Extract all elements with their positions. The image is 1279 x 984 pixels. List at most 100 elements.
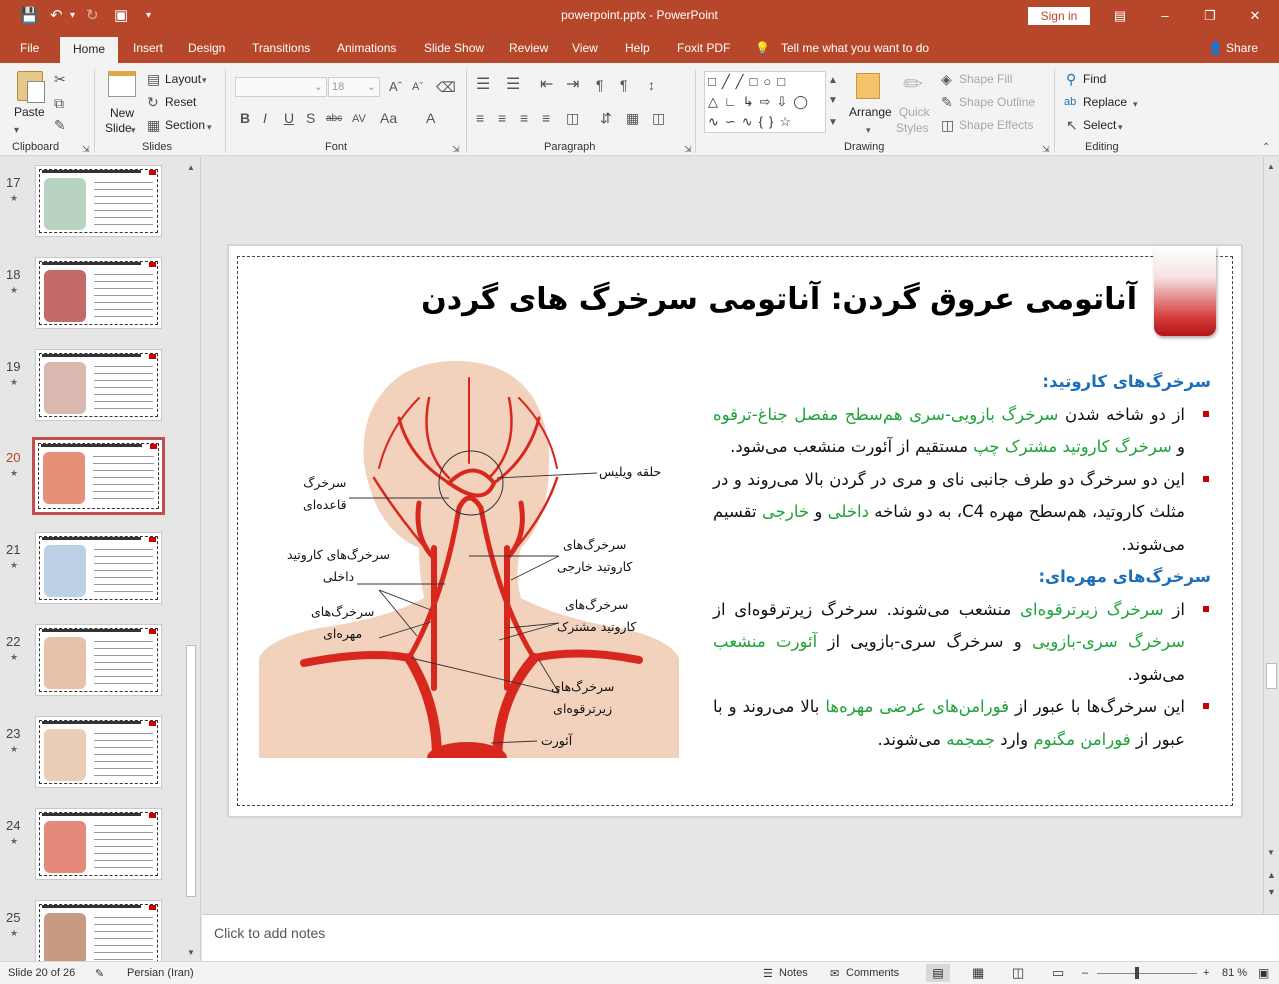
shape-effects-button[interactable]: Shape Effects bbox=[959, 118, 1034, 132]
tell-me-search[interactable]: Tell me what you want to do bbox=[781, 41, 929, 55]
change-case-icon[interactable]: Aa bbox=[380, 110, 397, 126]
text-direction-icon[interactable]: ⇵ bbox=[600, 110, 612, 126]
font-size-combo[interactable]: 18 ⌄ bbox=[328, 77, 380, 97]
slide-title[interactable]: آناتومی عروق گردن: آناتومی سرخرگ های گرد… bbox=[421, 282, 1137, 317]
quick-styles-label-2[interactable]: Styles bbox=[896, 121, 929, 135]
fit-to-window-icon[interactable]: ▣ bbox=[1258, 966, 1269, 980]
notes-placeholder[interactable]: Click to add notes bbox=[214, 925, 325, 941]
minimize-icon[interactable]: – bbox=[1155, 6, 1175, 26]
arrange-button[interactable]: Arrange bbox=[849, 105, 892, 119]
tab-foxit-pdf[interactable]: Foxit PDF bbox=[677, 41, 730, 55]
slide-canvas[interactable]: آناتومی عروق گردن: آناتومی سرخرگ های گرد… bbox=[228, 245, 1242, 817]
text-shadow-icon[interactable]: S bbox=[306, 110, 315, 126]
increase-indent-icon[interactable]: ⇥ bbox=[566, 77, 579, 93]
ribbon-display-options-icon[interactable]: ▤ bbox=[1110, 6, 1130, 26]
font-color-icon[interactable]: A bbox=[426, 110, 435, 126]
section-button[interactable]: Section bbox=[165, 118, 205, 132]
tab-insert[interactable]: Insert bbox=[133, 41, 163, 55]
justify-icon[interactable]: ≡ bbox=[542, 110, 550, 126]
tab-home[interactable]: Home bbox=[60, 37, 118, 63]
editor-vertical-scrollbar[interactable]: ▲ ▼ ▲ ▼ bbox=[1263, 157, 1279, 914]
font-name-combo[interactable]: ⌄ bbox=[235, 77, 327, 97]
tab-animations[interactable]: Animations bbox=[337, 41, 396, 55]
customize-quick-access-icon[interactable]: ▾ bbox=[146, 6, 151, 26]
select-button[interactable]: Select bbox=[1083, 118, 1116, 132]
new-slide-label-1[interactable]: New bbox=[110, 106, 134, 120]
replace-dropdown-icon[interactable]: ▾ bbox=[1133, 96, 1138, 112]
scroll-up-icon[interactable]: ▲ bbox=[1267, 159, 1275, 175]
notes-toggle-button[interactable]: Notes bbox=[779, 967, 808, 979]
bullets-icon[interactable]: ☰ bbox=[476, 77, 490, 93]
numbering-icon[interactable]: ☰ bbox=[506, 77, 520, 93]
format-painter-icon[interactable]: ✎ bbox=[54, 117, 66, 133]
decrease-indent-icon[interactable]: ⇤ bbox=[540, 77, 553, 93]
next-slide-icon[interactable]: ▼ bbox=[1267, 884, 1276, 900]
zoom-level[interactable]: 81 % bbox=[1222, 967, 1247, 979]
editor-scrollbar-thumb[interactable] bbox=[1266, 663, 1277, 689]
save-icon[interactable]: 💾 bbox=[20, 6, 39, 26]
layout-dropdown-icon[interactable]: ▾ bbox=[202, 72, 207, 88]
redo-icon[interactable]: ↻ bbox=[86, 6, 99, 26]
presentation-icon[interactable]: ▣ bbox=[114, 6, 128, 26]
decrease-font-size-icon[interactable]: Aˇ bbox=[412, 79, 423, 95]
new-slide-label-2[interactable]: Slide bbox=[105, 121, 132, 135]
slide-show-view-icon[interactable]: ▭ bbox=[1052, 965, 1064, 981]
replace-button[interactable]: Replace bbox=[1083, 95, 1127, 109]
zoom-in-icon[interactable]: + bbox=[1203, 967, 1209, 979]
tab-file[interactable]: File bbox=[20, 41, 39, 55]
font-name-dropdown-icon[interactable]: ⌄ bbox=[314, 78, 326, 96]
strikethrough-icon[interactable]: abc bbox=[326, 111, 342, 127]
align-left-icon[interactable]: ≡ bbox=[476, 110, 484, 126]
zoom-out-icon[interactable]: – bbox=[1082, 967, 1088, 979]
zoom-slider[interactable] bbox=[1097, 973, 1197, 974]
font-size-dropdown-icon[interactable]: ⌄ bbox=[367, 78, 379, 96]
shapes-scroll-down-icon[interactable]: ▼ bbox=[828, 93, 838, 109]
slide-thumbnail-24[interactable] bbox=[35, 808, 162, 880]
paragraph-launcher-icon[interactable]: ⇲ bbox=[684, 141, 692, 157]
slide-thumbnail-21[interactable] bbox=[35, 532, 162, 604]
neck-arteries-figure[interactable]: حلقه ویلیس سرخرگ قاعده‌ای سرخرگ‌های کارو… bbox=[259, 358, 684, 774]
shape-outline-button[interactable]: Shape Outline bbox=[959, 95, 1035, 109]
slide-thumbnail-23[interactable] bbox=[35, 716, 162, 788]
undo-dropdown-icon[interactable]: ▾ bbox=[70, 6, 75, 26]
paste-dropdown-icon[interactable]: ▾ bbox=[14, 123, 19, 139]
reset-button[interactable]: Reset bbox=[165, 95, 196, 109]
shapes-scroll-up-icon[interactable]: ▲ bbox=[828, 73, 838, 89]
thumbnail-scroll-up-icon[interactable]: ▲ bbox=[187, 160, 195, 176]
comments-toggle-button[interactable]: Comments bbox=[846, 967, 899, 979]
new-slide-icon[interactable] bbox=[108, 71, 136, 97]
tab-review[interactable]: Review bbox=[509, 41, 548, 55]
undo-icon[interactable]: ↶ bbox=[50, 6, 63, 26]
section-dropdown-icon[interactable]: ▾ bbox=[207, 119, 212, 135]
tab-transitions[interactable]: Transitions bbox=[252, 41, 310, 55]
italic-icon[interactable]: I bbox=[263, 110, 267, 126]
quick-styles-icon[interactable]: ✏ bbox=[903, 70, 923, 99]
slide-thumbnail-20[interactable] bbox=[32, 437, 165, 515]
increase-font-size-icon[interactable]: Aˆ bbox=[389, 79, 402, 95]
bold-icon[interactable]: B bbox=[240, 110, 250, 126]
cut-icon[interactable]: ✂ bbox=[54, 71, 66, 87]
shapes-more-icon[interactable]: ▼ bbox=[828, 115, 838, 131]
close-icon[interactable]: ✕ bbox=[1245, 6, 1265, 26]
slide-thumbnail-22[interactable] bbox=[35, 624, 162, 696]
thumbnail-scroll-down-icon[interactable]: ▼ bbox=[187, 945, 195, 961]
zoom-slider-thumb[interactable] bbox=[1135, 967, 1139, 979]
clipboard-launcher-icon[interactable]: ⇲ bbox=[82, 141, 90, 157]
slide-thumbnail-18[interactable] bbox=[35, 257, 162, 329]
layout-button[interactable]: Layout bbox=[165, 72, 201, 86]
character-spacing-icon[interactable]: AV bbox=[352, 111, 366, 127]
slide-thumbnail-17[interactable] bbox=[35, 165, 162, 237]
tab-help[interactable]: Help bbox=[625, 41, 650, 55]
align-right-icon[interactable]: ≡ bbox=[520, 110, 528, 126]
scroll-down-icon[interactable]: ▼ bbox=[1267, 845, 1275, 861]
new-slide-dropdown-icon[interactable]: ▾ bbox=[131, 122, 136, 138]
ltr-icon[interactable]: ¶ bbox=[620, 77, 628, 93]
sign-in-button[interactable]: Sign in bbox=[1028, 7, 1090, 25]
reading-view-icon[interactable]: ◫ bbox=[1012, 965, 1024, 981]
shape-fill-button[interactable]: Shape Fill bbox=[959, 72, 1012, 86]
slide-thumbnail-19[interactable] bbox=[35, 349, 162, 421]
slide-sorter-view-icon[interactable]: ▦ bbox=[972, 965, 984, 981]
line-spacing-icon[interactable]: ↕ bbox=[648, 77, 655, 93]
slide-body-text[interactable]: سرخرگ‌های کاروتید: از دو شاخه شدن سرخرگ … bbox=[713, 366, 1211, 756]
clear-formatting-icon[interactable]: ⌫ bbox=[436, 79, 456, 95]
